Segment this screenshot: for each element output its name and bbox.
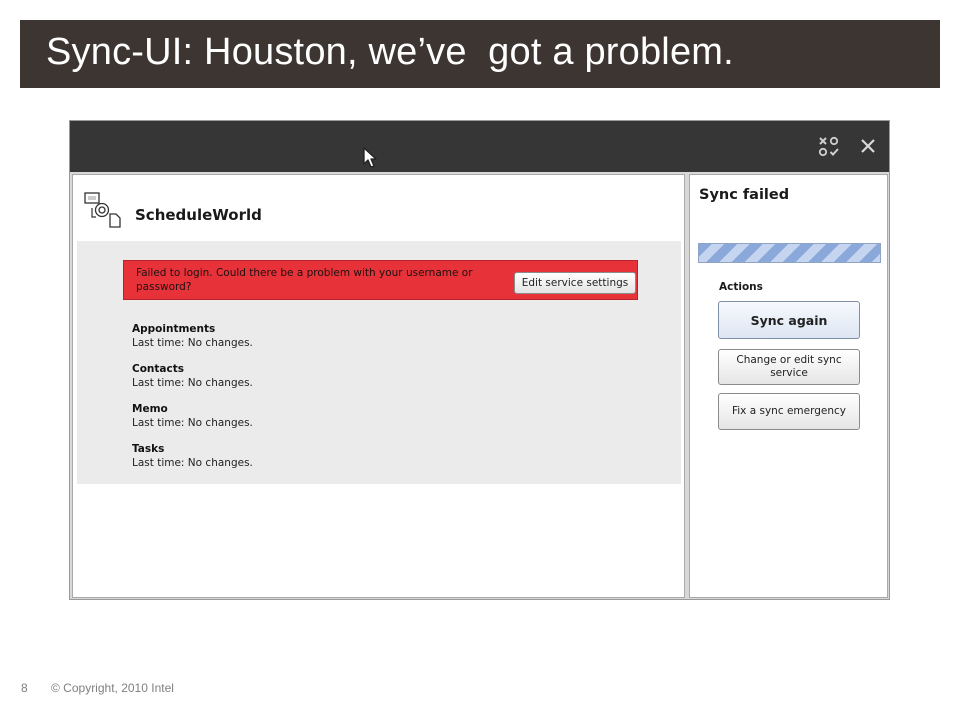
slide-number: 8 [21,681,28,695]
service-panel: ScheduleWorld Failed to login. Could the… [72,174,685,598]
copyright-text: © Copyright, 2010 Intel [51,681,174,695]
close-icon[interactable] [858,136,878,156]
error-message: Failed to login. Could there be a proble… [136,267,473,293]
source-name: Appointments [132,323,216,335]
source-status: Last time: No changes. [132,457,253,469]
source-status: Last time: No changes. [132,377,253,389]
sync-service-icon [84,192,121,228]
emergency-icon[interactable] [818,136,840,158]
fix-sync-emergency-button[interactable]: Fix a sync emergency [718,393,860,430]
slide-title: Sync-UI: Houston, we’ve got a problem. [46,31,734,73]
service-name: ScheduleWorld [135,206,262,224]
source-name: Memo [132,403,168,415]
actions-heading: Actions [719,281,763,293]
cursor-icon [363,147,377,168]
source-status: Last time: No changes. [132,337,253,349]
list-item: Tasks Last time: No changes. [132,443,253,470]
sync-status-panel: Sync failed Actions Sync again Change or… [689,174,888,598]
service-content: Failed to login. Could there be a proble… [77,241,681,484]
sync-status-heading: Sync failed [699,187,790,203]
list-item: Appointments Last time: No changes. [132,323,253,350]
slide-title-bar: Sync-UI: Houston, we’ve got a problem. [20,20,940,88]
sync-ui-window: ScheduleWorld Failed to login. Could the… [69,120,890,600]
source-status: Last time: No changes. [132,417,253,429]
error-banner: Failed to login. Could there be a proble… [123,260,638,300]
window-topbar [70,121,889,172]
source-name: Contacts [132,363,184,375]
change-sync-service-button[interactable]: Change or edit sync service [718,349,860,385]
source-name: Tasks [132,443,165,455]
sync-again-button[interactable]: Sync again [718,301,860,339]
sync-progress-bar [698,243,881,263]
source-list: Appointments Last time: No changes. Cont… [132,323,253,483]
edit-service-settings-button[interactable]: Edit service settings [514,272,636,294]
list-item: Contacts Last time: No changes. [132,363,253,390]
list-item: Memo Last time: No changes. [132,403,253,430]
